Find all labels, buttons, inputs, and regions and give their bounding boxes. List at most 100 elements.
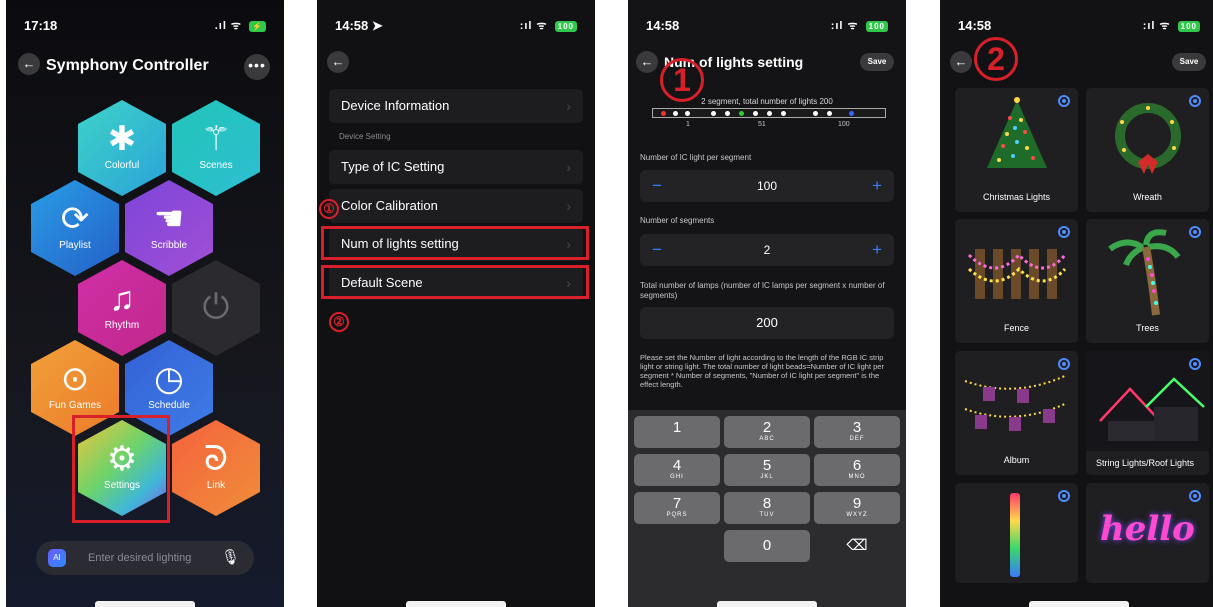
hex-scribble[interactable]: ☚ Scribble	[125, 180, 213, 276]
scene-label: Wreath	[1133, 192, 1162, 202]
per-segment-value[interactable]: 100	[757, 179, 777, 193]
key-4[interactable]: 4 GHI	[634, 454, 720, 486]
scene-label: Album	[1003, 455, 1030, 465]
hex-power[interactable]: ⏻	[172, 260, 260, 356]
key-5[interactable]: 5 JKL	[724, 454, 810, 486]
total-lamps-field: 200	[640, 307, 894, 339]
status-time: 14:58	[958, 18, 992, 33]
total-value: 200	[756, 315, 778, 330]
scene-fence[interactable]: Fence	[955, 219, 1078, 343]
hello-neon-text: hello	[1100, 509, 1195, 549]
plus-icon[interactable]: +	[872, 234, 882, 266]
save-button[interactable]: Save	[860, 53, 894, 71]
scene-hello-neon[interactable]: hello	[1086, 483, 1209, 583]
lighting-input[interactable]: Enter desired lighting	[88, 552, 191, 564]
highlight-default-scene	[321, 265, 589, 299]
chevron-right-icon: ›	[566, 198, 571, 214]
radio-icon[interactable]	[1189, 95, 1201, 107]
minus-icon[interactable]: −	[652, 234, 662, 266]
status-bar: 17:18 .ıl ᯤ ⚡	[24, 18, 266, 36]
tick-label: 1	[686, 121, 690, 128]
key-7[interactable]: 7 PQRS	[634, 492, 720, 524]
per-segment-stepper[interactable]: − 100 +	[640, 170, 894, 202]
back-button[interactable]: ←	[636, 51, 658, 73]
highlight-settings	[72, 415, 170, 523]
home-indicator	[1029, 601, 1129, 607]
scene-album[interactable]: Album	[955, 351, 1078, 475]
step-marker-1: ①	[319, 199, 339, 219]
back-button[interactable]: ←	[950, 51, 972, 73]
segments-value[interactable]: 2	[764, 243, 771, 257]
radio-icon[interactable]	[1058, 358, 1070, 370]
radio-icon[interactable]	[1189, 226, 1201, 238]
hex-colorful[interactable]: ✱ Colorful	[78, 100, 166, 196]
key-0[interactable]: 0	[724, 530, 810, 562]
scene-label: Fence	[1003, 323, 1029, 333]
phone-home-screen: 17:18 .ıl ᯤ ⚡ ← Symphony Controller ••• …	[6, 0, 284, 607]
scene-label: Christmas Lights	[982, 192, 1051, 202]
key-6[interactable]: 6 MNO	[814, 454, 900, 486]
status-time: 17:18	[24, 18, 58, 33]
scene-wreath[interactable]: Wreath	[1086, 88, 1209, 212]
chevron-right-icon: ›	[566, 98, 571, 114]
row-color-calibration[interactable]: Color Calibration ›	[329, 189, 583, 223]
step-marker-2: 2	[974, 37, 1018, 81]
home-indicator	[717, 601, 817, 607]
key-2[interactable]: 2 ABC	[724, 416, 810, 448]
radio-icon[interactable]	[1058, 95, 1070, 107]
total-label: Total number of lamps (number of IC lamp…	[640, 281, 885, 300]
radio-icon[interactable]	[1189, 358, 1201, 370]
scene-string-lights-roof[interactable]: String Lights/Roof Lights	[1086, 351, 1209, 475]
status-time: 14:58	[646, 18, 680, 33]
segments-label: Number of segments	[640, 216, 715, 225]
scene-trees[interactable]: Trees	[1086, 219, 1209, 343]
key-8[interactable]: 8 TUV	[724, 492, 810, 524]
magic-wand-icon: ⚚	[200, 120, 232, 158]
back-button[interactable]: ←	[327, 51, 349, 73]
scene-christmas-lights[interactable]: Christmas Lights	[955, 88, 1078, 212]
backspace-icon: ⌫	[846, 537, 868, 554]
scene-label: Trees	[1136, 323, 1159, 333]
row-type-of-ic-setting[interactable]: Type of IC Setting ›	[329, 150, 583, 184]
more-options-button[interactable]: •••	[244, 54, 270, 80]
clock-icon: ◷	[154, 360, 184, 398]
signal-wifi-battery-icon: :ıl ᯤ 100	[831, 18, 888, 33]
segment-caption: 2 segment, total number of lights 200	[701, 97, 833, 106]
step-marker-1: 1	[660, 58, 704, 102]
row-device-information[interactable]: Device Information ›	[329, 89, 583, 123]
section-header: Device Setting	[339, 132, 391, 141]
hex-rhythm[interactable]: ♫ Rhythm	[78, 260, 166, 356]
segment-strip	[652, 108, 886, 118]
plus-icon[interactable]: +	[872, 170, 882, 202]
minus-icon[interactable]: −	[652, 170, 662, 202]
power-icon: ⏻	[202, 288, 230, 326]
tick-label: 100	[838, 121, 850, 128]
signal-wifi-battery-icon: :ıl ᯤ 100	[520, 18, 577, 33]
hex-link[interactable]: ᘐ Link	[172, 420, 260, 516]
hex-playlist[interactable]: ⟳ Playlist	[31, 180, 119, 276]
save-button[interactable]: Save	[1172, 53, 1206, 71]
signal-wifi-battery-icon: .ıl ᯤ ⚡	[215, 18, 266, 33]
lighting-prompt-bar[interactable]: AI Enter desired lighting 🎙	[36, 541, 254, 575]
segments-stepper[interactable]: − 2 +	[640, 234, 894, 266]
key-9[interactable]: 9 WXYZ	[814, 492, 900, 524]
page-title: Symphony Controller	[46, 57, 209, 74]
backspace-key[interactable]: ⌫	[814, 530, 900, 562]
help-note: Please set the Number of light according…	[640, 353, 884, 389]
radio-icon[interactable]	[1058, 490, 1070, 502]
chevron-right-icon: ›	[566, 159, 571, 175]
link-icon: ᘐ	[204, 440, 228, 478]
highlight-num-of-lights	[321, 226, 589, 260]
scene-light-bar[interactable]	[955, 483, 1078, 583]
radio-icon[interactable]	[1058, 226, 1070, 238]
ai-icon: AI	[48, 549, 66, 567]
status-time: 14:58 ➤	[335, 18, 383, 33]
microphone-icon[interactable]: 🎙	[221, 548, 240, 566]
asterisk-icon: ✱	[107, 120, 137, 158]
key-3[interactable]: 3 DEF	[814, 416, 900, 448]
radio-icon[interactable]	[1189, 490, 1201, 502]
phone-default-scene: 14:58 :ıl ᯤ 100 ← 2 Save Christmas Light…	[940, 0, 1213, 607]
hex-scenes[interactable]: ⚚ Scenes	[172, 100, 260, 196]
back-button[interactable]: ←	[18, 53, 40, 75]
key-1[interactable]: 1	[634, 416, 720, 448]
